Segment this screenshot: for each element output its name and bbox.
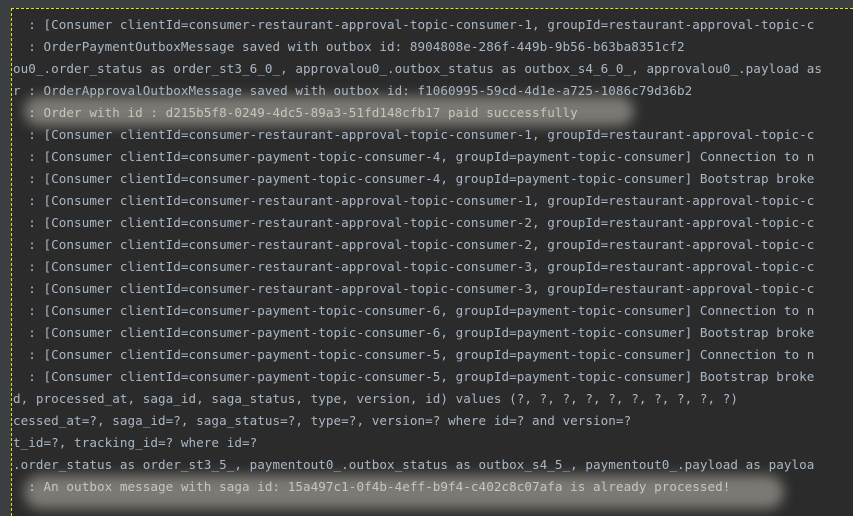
log-line: : [Consumer clientId=consumer-payment-to… (13, 171, 815, 186)
log-line: : OrderPaymentOutboxMessage saved with o… (13, 39, 685, 54)
log-line: ou0_.order_status as order_st3_6_0_, app… (13, 61, 822, 76)
log-line: t_id=?, tracking_id=? where id=? (13, 435, 258, 450)
log-line: : [Consumer clientId=consumer-payment-to… (13, 347, 815, 362)
log-line: : [Consumer clientId=consumer-restaurant… (13, 259, 815, 274)
log-line: .order_status as order_st3_5_, paymentou… (13, 457, 815, 472)
log-line: : [Consumer clientId=consumer-payment-to… (13, 369, 815, 384)
console-output[interactable]: : [Consumer clientId=consumer-restaurant… (11, 8, 853, 516)
log-line: : [Consumer clientId=consumer-restaurant… (13, 127, 815, 142)
log-line: : [Consumer clientId=consumer-restaurant… (13, 193, 815, 208)
log-line: : [Consumer clientId=consumer-payment-to… (13, 149, 815, 164)
log-line: r : OrderApprovalOutboxMessage saved wit… (13, 83, 693, 98)
log-line-highlighted: : Order with id : d215b5f8-0249-4dc5-89a… (13, 105, 578, 120)
log-line: : [Consumer clientId=consumer-restaurant… (13, 17, 815, 32)
console-top-bar (0, 0, 853, 8)
log-line: : [Consumer clientId=consumer-restaurant… (13, 215, 815, 230)
log-line: d, processed_at, saga_id, saga_status, t… (13, 391, 739, 406)
log-line-highlighted: : An outbox message with saga id: 15a497… (13, 479, 731, 494)
log-line: cessed_at=?, saga_id=?, saga_status=?, t… (13, 413, 632, 428)
log-line: : [Consumer clientId=consumer-restaurant… (13, 237, 815, 252)
log-line: : [Consumer clientId=consumer-restaurant… (13, 281, 815, 296)
console-gutter (0, 0, 11, 516)
log-line: : [Consumer clientId=consumer-payment-to… (13, 325, 815, 340)
log-line: : [Consumer clientId=consumer-payment-to… (13, 303, 815, 318)
